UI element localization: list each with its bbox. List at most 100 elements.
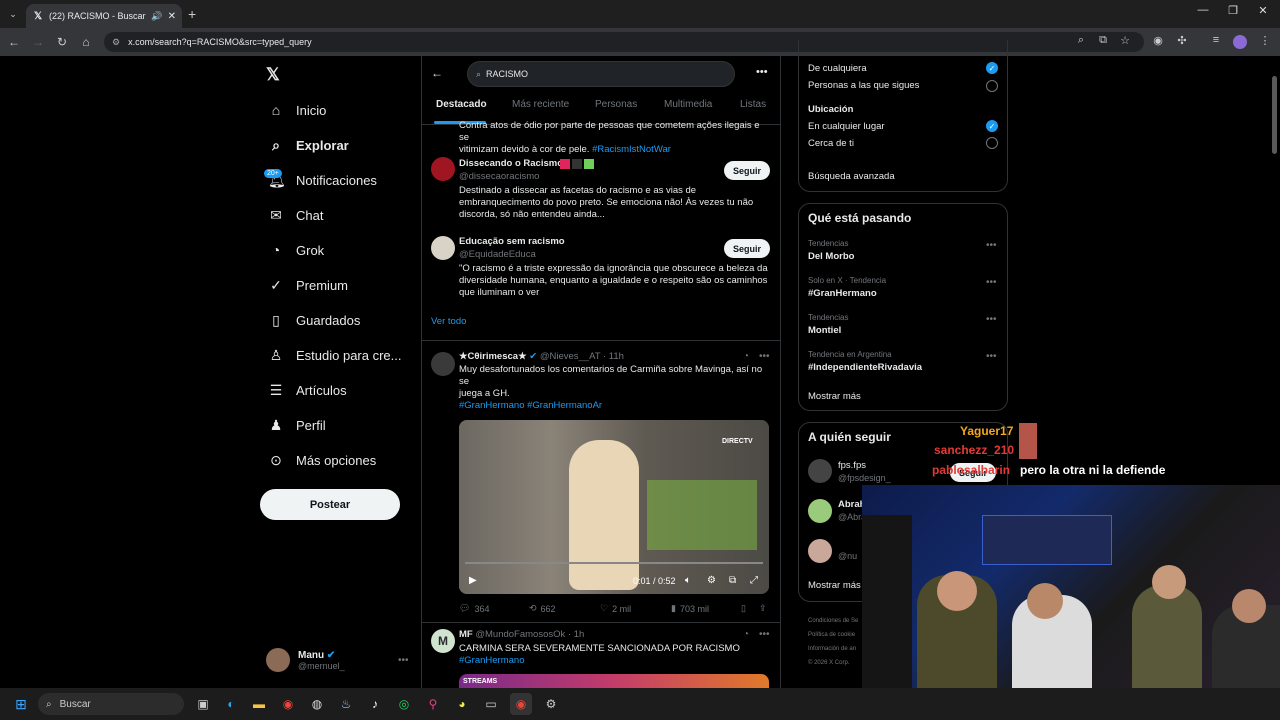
suggested-handle[interactable]: @fpsdesign_ — [838, 473, 891, 483]
zoom-icon[interactable]: ⌕ — [1073, 34, 1089, 47]
page-scrollbar[interactable] — [1272, 76, 1277, 154]
follow-button[interactable]: Seguir — [724, 161, 770, 180]
close-window-icon[interactable]: ✕ — [1248, 4, 1278, 17]
tab-people[interactable]: Personas — [595, 99, 637, 110]
nav-profile[interactable]: ♟ Perfil — [268, 417, 326, 434]
advanced-search-link[interactable]: Búsqueda avanzada — [808, 171, 895, 182]
nav-articles[interactable]: ☰ Artículos — [268, 382, 347, 399]
person-name[interactable]: Educação sem racismo — [459, 236, 565, 248]
site-info-icon[interactable]: ⚙ — [112, 37, 120, 48]
post-button[interactable]: Postear — [260, 489, 400, 520]
trend-name[interactable]: Del Morbo — [808, 251, 854, 262]
settings-icon[interactable]: ⚙ — [540, 693, 562, 715]
app-icon[interactable]: ◍ — [306, 693, 328, 715]
browser-tab[interactable]: 𝕏 (22) RACISMO - Buscar / X 🔊 ✕ — [26, 4, 182, 28]
trends-show-more[interactable]: Mostrar más — [808, 391, 861, 402]
trend-more-icon[interactable]: ••• — [986, 314, 997, 325]
volume-icon[interactable]: 🔈︎ — [685, 575, 691, 586]
follow-button[interactable]: Seguir — [724, 239, 770, 258]
app-icon[interactable]: ◕ — [451, 693, 473, 715]
search-options-icon[interactable]: ••• — [756, 66, 768, 78]
like-button[interactable]: ♡ 2 mil — [600, 603, 631, 614]
tab-latest[interactable]: Más reciente — [512, 99, 569, 110]
browser-menu-icon[interactable]: ⋮ — [1257, 34, 1273, 47]
avatar[interactable] — [431, 157, 455, 181]
footer-link[interactable]: Política de cookie — [808, 628, 858, 642]
video-player[interactable]: DIRECTV ▶ 0:01 / 0:52 🔈︎ ⚙ ⧉ ⤢ — [459, 420, 769, 594]
avatar[interactable] — [431, 352, 455, 376]
play-icon[interactable]: ▶ — [469, 575, 477, 586]
media-preview[interactable]: STREAMS — [459, 674, 769, 688]
post-author[interactable]: MF — [459, 629, 473, 640]
minimize-icon[interactable]: — — [1188, 4, 1218, 16]
profile-avatar-icon[interactable] — [1233, 35, 1247, 49]
avatar[interactable] — [808, 539, 832, 563]
reply-button[interactable]: 💬︎ 364 — [459, 603, 489, 614]
tiktok-icon[interactable]: ♪ — [364, 693, 386, 715]
trend-more-icon[interactable]: ••• — [986, 277, 997, 288]
trend-name[interactable]: #IndependienteRivadavia — [808, 362, 922, 373]
post-hashtags[interactable]: #GranHermano #GranHermanoAr — [459, 400, 602, 412]
tab-media[interactable]: Multimedia — [664, 99, 712, 110]
app-icon[interactable]: ⚲ — [422, 693, 444, 715]
tab-lists[interactable]: Listas — [740, 99, 766, 110]
close-tab-icon[interactable]: ✕ — [168, 11, 176, 22]
back-icon[interactable]: ← — [2, 35, 26, 49]
trend-more-icon[interactable]: ••• — [986, 240, 997, 251]
nav-bookmarks[interactable]: ▯ Guardados — [268, 312, 360, 329]
person-handle[interactable]: @EquidadeEduca — [459, 249, 536, 261]
chrome-icon[interactable]: ◉ — [277, 693, 299, 715]
x-home-logo-icon[interactable]: 𝕏 — [266, 65, 280, 85]
avatar[interactable]: M — [431, 629, 455, 653]
nav-more[interactable]: ⊙ Más opciones — [268, 452, 376, 469]
search-input[interactable]: ⌕ RACISMO — [467, 61, 735, 87]
post-hashtag[interactable]: #GranHermano — [459, 655, 524, 667]
account-switcher[interactable]: Manu ✔ @mernuel_ — [266, 648, 345, 672]
new-tab-icon[interactable]: + — [188, 6, 196, 22]
extension-icon[interactable]: ◉ — [1150, 34, 1166, 47]
grok-icon[interactable]: ◔ — [743, 629, 749, 640]
trend-name[interactable]: #GranHermano — [808, 288, 877, 299]
bookmark-icon[interactable]: ▯ — [741, 603, 746, 614]
account-more-icon[interactable]: ••• — [398, 655, 409, 666]
taskbar-search[interactable]: ⌕ Buscar — [38, 693, 184, 715]
bookmark-star-icon[interactable]: ☆ — [1117, 34, 1133, 47]
avatar[interactable] — [431, 236, 455, 260]
footer-link[interactable]: Información de an — [808, 642, 858, 656]
chrome-active-icon[interactable]: ◉ — [510, 693, 532, 715]
tab-search-icon[interactable]: ⌄ — [6, 7, 20, 21]
person-handle[interactable]: @dissecaoracismo — [459, 171, 539, 183]
settings-icon[interactable]: ⚙ — [707, 575, 716, 586]
back-arrow-icon[interactable]: ← — [431, 66, 443, 80]
nav-explore[interactable]: ⌕ Explorar — [268, 137, 349, 154]
fullscreen-icon[interactable]: ⤢ — [750, 575, 758, 586]
maximize-icon[interactable]: ❐ — [1218, 4, 1248, 17]
edge-icon[interactable]: ◐ — [220, 693, 242, 715]
grok-icon[interactable]: ◔ — [743, 351, 749, 362]
see-all-link[interactable]: Ver todo — [431, 316, 466, 328]
filter-near-radio[interactable] — [986, 137, 998, 149]
audio-icon[interactable]: 🔊 — [151, 11, 162, 22]
pip-icon[interactable]: ⧉ — [729, 575, 736, 586]
share-icon[interactable]: ⇪ — [759, 603, 767, 614]
post-handle[interactable]: @MundoFamososOk — [475, 629, 565, 640]
terminal-icon[interactable]: ▭ — [480, 693, 502, 715]
spotify-icon[interactable]: ◎ — [393, 693, 415, 715]
trend-more-icon[interactable]: ••• — [986, 351, 997, 362]
nav-creator-studio[interactable]: ♙ Estudio para cre... — [268, 347, 402, 364]
nav-grok[interactable]: ◔ Grok — [268, 242, 324, 258]
trend-name[interactable]: Montiel — [808, 325, 841, 336]
views-button[interactable]: ▮ 703 mil — [671, 603, 709, 614]
post-handle[interactable]: @Nieves__AT — [540, 351, 601, 362]
progress-track[interactable] — [465, 562, 763, 564]
post-more-icon[interactable]: ••• — [759, 351, 770, 362]
post-author[interactable]: ★Cθirimesca★ — [459, 351, 527, 362]
windows-start-icon[interactable]: ⊞ — [10, 693, 32, 715]
filter-following-radio[interactable] — [986, 80, 998, 92]
avatar[interactable] — [808, 459, 832, 483]
media-icon[interactable]: ≡ — [1208, 34, 1224, 46]
reload-icon[interactable]: ↻ — [50, 35, 74, 49]
person-name[interactable]: Dissecando o Racismo — [459, 158, 563, 170]
post-more-icon[interactable]: ••• — [759, 629, 770, 640]
footer-link[interactable]: Condiciones de Se — [808, 614, 858, 628]
